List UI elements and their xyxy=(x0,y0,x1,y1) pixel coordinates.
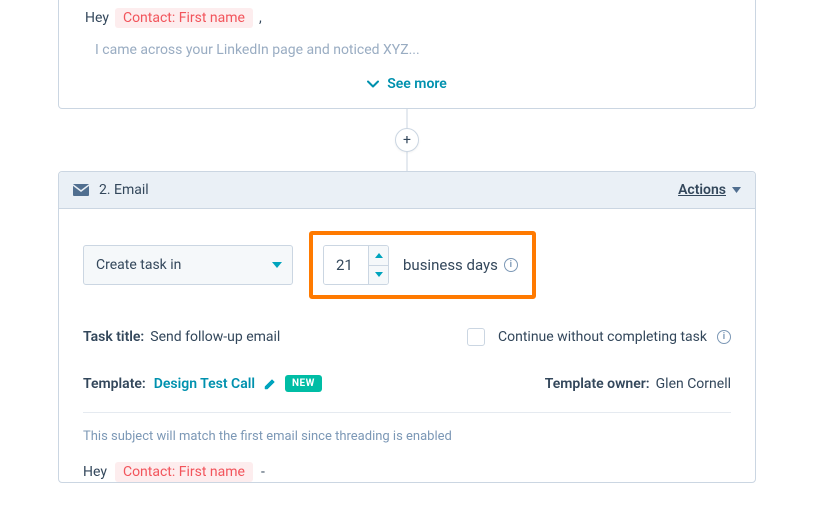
add-step-button[interactable]: + xyxy=(395,128,419,152)
chevron-down-icon xyxy=(367,78,379,90)
email-step-2-card: 2. Email Actions Create task in xyxy=(58,171,756,483)
step-header-left: 2. Email xyxy=(73,182,149,198)
dash-text: - xyxy=(261,464,265,480)
continue-checkbox-row: Continue without completing task i xyxy=(463,325,731,349)
step-connector: + xyxy=(58,109,756,171)
step-header: 2. Email Actions xyxy=(59,172,755,209)
caret-down-icon xyxy=(732,187,741,193)
email-step-1-card: Hey Contact: First name , I came across … xyxy=(58,0,756,109)
merge-token-contact-firstname[interactable]: Contact: First name xyxy=(115,8,253,28)
actions-dropdown[interactable]: Actions xyxy=(678,182,741,198)
chevron-down-icon xyxy=(375,272,383,277)
continue-checkbox[interactable] xyxy=(467,328,485,346)
actions-label: Actions xyxy=(678,182,726,198)
comma-text: , xyxy=(259,10,262,26)
pencil-icon[interactable] xyxy=(263,377,277,391)
email-icon xyxy=(73,184,89,196)
continue-label: Continue without completing task xyxy=(498,329,707,345)
new-badge: NEW xyxy=(285,375,322,392)
step-down-button[interactable] xyxy=(369,266,388,285)
merge-token-contact-firstname[interactable]: Contact: First name xyxy=(115,462,253,482)
template-owner-label: Template owner: xyxy=(545,376,650,392)
task-title-label: Task title: xyxy=(83,329,144,345)
select-label: Create task in xyxy=(96,257,181,273)
template-owner-name: Glen Cornell xyxy=(656,376,731,392)
task-title-value: Send follow-up email xyxy=(150,329,280,345)
step-title: 2. Email xyxy=(99,182,149,198)
step-up-button[interactable] xyxy=(369,246,388,266)
task-title-row: Task title: Send follow-up email Continu… xyxy=(83,325,731,349)
email-preview-line: Hey Contact: First name - xyxy=(83,452,731,482)
chevron-up-icon xyxy=(375,253,383,258)
caret-down-icon xyxy=(272,262,282,268)
days-input-wrap xyxy=(323,245,389,285)
delay-highlight: business days i xyxy=(309,231,536,299)
business-days-label: business days xyxy=(403,256,498,274)
plus-icon: + xyxy=(403,132,411,148)
see-more-button[interactable]: See more xyxy=(83,58,731,92)
task-title-left: Task title: Send follow-up email xyxy=(83,329,280,345)
info-icon[interactable]: i xyxy=(717,330,731,344)
template-row: Template: Design Test Call NEW Template … xyxy=(83,375,731,392)
business-days-label-wrap: business days i xyxy=(403,256,518,274)
info-icon[interactable]: i xyxy=(504,258,518,272)
greeting-text: Hey xyxy=(85,10,109,26)
see-more-label: See more xyxy=(387,76,447,92)
template-left: Template: Design Test Call NEW xyxy=(83,375,322,392)
template-name-link[interactable]: Design Test Call xyxy=(154,376,255,392)
template-owner: Template owner: Glen Cornell xyxy=(545,376,731,392)
greeting-text: Hey xyxy=(83,464,107,480)
quantity-stepper xyxy=(368,246,388,284)
email-body-placeholder: I came across your LinkedIn page and not… xyxy=(85,42,731,58)
days-input[interactable] xyxy=(324,246,368,284)
email-body: Hey Contact: First name , I came across … xyxy=(83,0,731,58)
step-body: Create task in business days i xyxy=(59,209,755,482)
create-task-in-select[interactable]: Create task in xyxy=(83,245,293,285)
delay-row: Create task in business days i xyxy=(83,231,731,299)
template-label: Template: xyxy=(83,376,146,392)
email-greeting-line: Hey Contact: First name , xyxy=(85,8,731,28)
threading-note: This subject will match the first email … xyxy=(83,413,731,452)
